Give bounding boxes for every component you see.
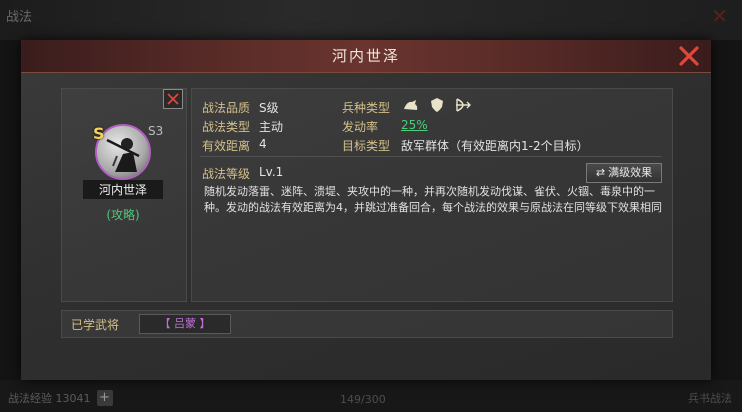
close-icon[interactable] bbox=[677, 44, 701, 68]
target-value: 敌军群体（有效距离内1-2个目标） bbox=[401, 139, 589, 153]
dialog-title: 河内世泽 bbox=[331, 47, 400, 65]
shield-icon bbox=[428, 97, 446, 113]
background-close-icon: ✕ bbox=[711, 4, 728, 28]
star-level: S3 bbox=[148, 124, 164, 138]
level-label: 战法等级 bbox=[202, 167, 251, 181]
swap-icon: ⇄ bbox=[595, 166, 606, 179]
strategy-link[interactable]: (攻略) bbox=[83, 206, 163, 223]
background-title: 战法 bbox=[6, 10, 33, 25]
type-label: 战法类型 bbox=[202, 120, 251, 134]
background-exp: 战法经验 13041 + bbox=[8, 390, 113, 406]
tactic-description: 随机发动落雷、迷阵、溃堤、夹攻中的一种，并再次随机发动伐谋、雀伏、火锢、毒泉中的… bbox=[204, 185, 662, 214]
divider bbox=[200, 156, 662, 157]
level-value: Lv.1 bbox=[259, 165, 284, 179]
quality-label: 战法品质 bbox=[202, 101, 251, 115]
hero-name: 河内世泽 bbox=[83, 180, 163, 199]
cavalry-icon bbox=[402, 97, 420, 113]
target-label: 目标类型 bbox=[342, 139, 391, 153]
trigger-value[interactable]: 25% bbox=[401, 118, 428, 132]
background-exp-text: 战法经验 13041 bbox=[8, 392, 91, 405]
full-level-effect-label: 满级效果 bbox=[608, 166, 653, 179]
range-label: 有效距离 bbox=[202, 139, 251, 153]
background-bingshu[interactable]: 兵书战法 bbox=[688, 390, 732, 406]
add-exp-button[interactable]: + bbox=[96, 390, 113, 406]
tactic-detail-dialog: 河内世泽 S S3 河内世泽 (攻略) 战法品质 S级 战法类型 主动 有效距离… bbox=[21, 40, 711, 380]
unit-type-label: 兵种类型 bbox=[342, 101, 391, 115]
type-value: 主动 bbox=[259, 120, 284, 134]
learned-generals-label: 已学武将 bbox=[71, 318, 120, 332]
bow-icon bbox=[454, 97, 472, 113]
full-level-effect-button[interactable]: ⇄ 满级效果 bbox=[586, 163, 662, 183]
background-count: 149/300 bbox=[340, 393, 386, 406]
remove-tactic-icon[interactable] bbox=[163, 89, 183, 109]
quality-value: S级 bbox=[259, 101, 279, 115]
range-value: 4 bbox=[259, 137, 267, 151]
trigger-label: 发动率 bbox=[342, 120, 379, 134]
grade-badge: S bbox=[93, 124, 105, 143]
learned-general-chip[interactable]: 【 吕蒙 】 bbox=[139, 314, 231, 334]
background-top-bar bbox=[0, 0, 742, 40]
